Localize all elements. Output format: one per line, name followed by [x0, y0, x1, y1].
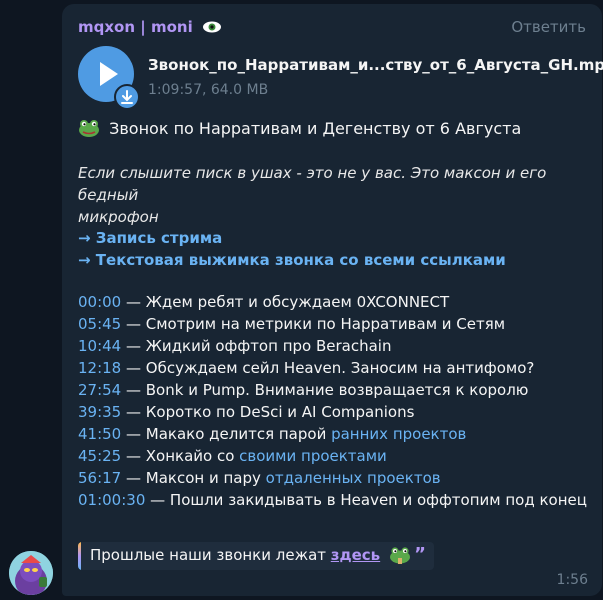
author-name[interactable]: mqxon | moni [78, 18, 193, 36]
post-note: Если слышите писк в ушах - это не у вас.… [78, 162, 598, 228]
timeline-item: 41:50 — Макако делится парой ранних прое… [78, 425, 466, 443]
timeline-item: 45:25 — Хонкайо со своими проектами [78, 447, 387, 465]
timeline-text: — Максон и пару [121, 469, 266, 487]
timecode-link[interactable]: 05:45 [78, 315, 121, 333]
timecode-link[interactable]: 27:54 [78, 381, 121, 399]
timeline-text: — Обсуждаем сейл Heaven. Заносим на анти… [121, 359, 535, 377]
quote-text: Прошлые наши звонки лежат здесь [90, 546, 411, 564]
download-button[interactable] [114, 84, 140, 110]
file-meta: 1:09:57, 64.0 MB [148, 82, 269, 98]
post-note-line: Если слышите писк в ушах - это не у вас.… [78, 164, 547, 204]
file-name[interactable]: Звонок_по_Нарративам_и...ству_от_6_Авгус… [148, 56, 603, 74]
timeline-text: — Bonk и Pump. Внимание возвращается к к… [121, 381, 529, 399]
timeline-item: 05:45 — Смотрим на метрики по Нарративам… [78, 315, 505, 333]
timeline-text: — Хонкайо со [121, 447, 240, 465]
timeline-item: 12:18 — Обсуждаем сейл Heaven. Заносим н… [78, 359, 534, 377]
stream-link[interactable]: → Запись стрима [78, 229, 222, 247]
timecode-link[interactable]: 39:35 [78, 403, 121, 421]
timecode-link[interactable]: 56:17 [78, 469, 121, 487]
frog-emoji-icon [79, 120, 99, 137]
post-note-line: микрофон [78, 208, 159, 226]
download-icon [121, 90, 133, 104]
message-time: 1:56 [556, 572, 588, 588]
quote-bar [78, 542, 81, 570]
timeline-link[interactable]: ранних проектов [331, 425, 466, 443]
eye-icon [202, 21, 221, 33]
timecode-link[interactable]: 41:50 [78, 425, 121, 443]
timeline-text: — Ждем ребят и обсуждаем 0XCONNECT [121, 293, 450, 311]
timeline-link[interactable]: отдаленных проектов [266, 469, 441, 487]
timecode-link[interactable]: 00:00 [78, 293, 121, 311]
message-bubble: mqxon | moni Ответить Звонок_по_Нарратив… [62, 4, 603, 596]
timeline-text: — Пошли закидывать в Heaven и оффтопим п… [145, 491, 587, 509]
timecode-link[interactable]: 45:25 [78, 447, 121, 465]
timeline-item: 01:00:30 — Пошли закидывать в Heaven и о… [78, 491, 587, 509]
timeline-text: — Макако делится парой [121, 425, 332, 443]
quote-block: Прошлые наши звонки лежат здесь ” [78, 542, 434, 570]
summary-link[interactable]: → Текстовая выжимка звонка со всеми ссыл… [78, 251, 506, 269]
quote-mark-icon: ” [414, 544, 426, 565]
timeline-text: — Коротко по DeSci и AI Companions [121, 403, 415, 421]
timeline-item: 39:35 — Коротко по DeSci и AI Companions [78, 403, 414, 421]
timeline-item: 00:00 — Ждем ребят и обсуждаем 0XCONNECT [78, 293, 449, 311]
timeline-text: — Смотрим на метрики по Нарративам и Сет… [121, 315, 506, 333]
post-title-text: Звонок по Нарративам и Дегенству от 6 Ав… [109, 119, 522, 138]
audio-file[interactable]: Звонок_по_Нарративам_и...ству_от_6_Авгус… [78, 46, 603, 110]
timeline-text: — Жидкий оффтоп про Berachain [121, 337, 392, 355]
timecode-link[interactable]: 01:00:30 [78, 491, 145, 509]
quote-link[interactable]: здесь [331, 546, 380, 564]
avatar[interactable] [9, 551, 53, 595]
post-title: Звонок по Нарративам и Дегенству от 6 Ав… [78, 118, 521, 138]
timecode-link[interactable]: 12:18 [78, 359, 121, 377]
timeline-item: 27:54 — Bonk и Pump. Внимание возвращает… [78, 381, 528, 399]
quote-label: Прошлые наши звонки лежат [90, 546, 331, 564]
timeline-item: 10:44 — Жидкий оффтоп про Berachain [78, 337, 391, 355]
timeline-link[interactable]: своими проектами [239, 447, 387, 465]
timecode-link[interactable]: 10:44 [78, 337, 121, 355]
timeline-item: 56:17 — Максон и пару отдаленных проекто… [78, 469, 441, 487]
reply-button[interactable]: Ответить [511, 18, 586, 36]
message-author[interactable]: mqxon | moni [78, 18, 222, 36]
frog-emoji-icon [389, 547, 410, 564]
